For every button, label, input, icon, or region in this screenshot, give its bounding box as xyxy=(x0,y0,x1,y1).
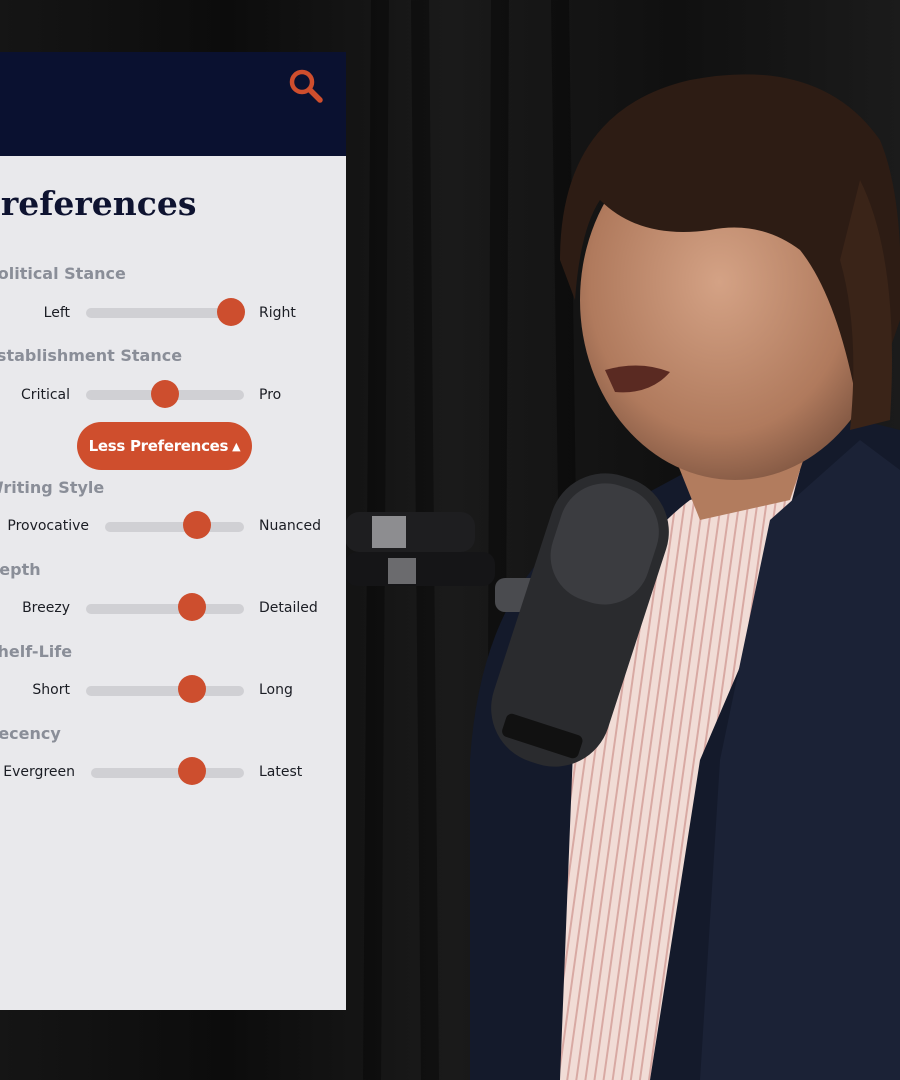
depth-label: Depth xyxy=(0,560,41,579)
political-stance-left-label: Left xyxy=(43,305,70,321)
recency-left-label: Evergreen xyxy=(3,764,75,780)
depth-thumb[interactable] xyxy=(177,593,206,621)
shelf-life-left-label: Short xyxy=(32,682,70,698)
app-header xyxy=(0,52,346,156)
shelf-life-right-label: Long xyxy=(259,682,293,698)
search-button[interactable] xyxy=(286,66,326,106)
shelf-life-label: Shelf-Life xyxy=(0,642,73,661)
writing-style-thumb[interactable] xyxy=(182,511,211,539)
political-stance-label: Political Stance xyxy=(0,264,126,283)
recency-label: Recency xyxy=(0,724,61,743)
writing-style-right-label: Nuanced xyxy=(259,518,321,534)
preferences-panel: Preferences Political Stance Left Right … xyxy=(0,52,346,1010)
less-preferences-button[interactable]: Less Preferences ▲ xyxy=(77,422,252,470)
chevron-up-icon: ▲ xyxy=(232,439,241,453)
establishment-stance-left-label: Critical xyxy=(21,387,70,403)
recency-right-label: Latest xyxy=(259,764,303,780)
establishment-stance-label: Establishment Stance xyxy=(0,346,183,365)
shelf-life-track[interactable] xyxy=(86,686,244,696)
recency-thumb[interactable] xyxy=(177,757,206,785)
page-title: Preferences xyxy=(0,184,197,223)
establishment-stance-thumb[interactable] xyxy=(151,380,179,408)
search-icon xyxy=(289,69,323,103)
depth-track[interactable] xyxy=(86,604,244,614)
depth-left-label: Breezy xyxy=(22,600,70,616)
depth-right-label: Detailed xyxy=(259,600,318,616)
shelf-life-thumb[interactable] xyxy=(177,675,206,703)
writing-style-track[interactable] xyxy=(105,522,244,532)
political-stance-right-label: Right xyxy=(259,305,296,321)
writing-style-label: Writing Style xyxy=(0,478,105,497)
establishment-stance-right-label: Pro xyxy=(259,387,282,403)
writing-style-left-label: Provocative xyxy=(7,518,89,534)
recency-track[interactable] xyxy=(91,768,244,778)
political-stance-thumb[interactable] xyxy=(217,298,246,326)
less-preferences-label: Less Preferences xyxy=(88,437,229,455)
